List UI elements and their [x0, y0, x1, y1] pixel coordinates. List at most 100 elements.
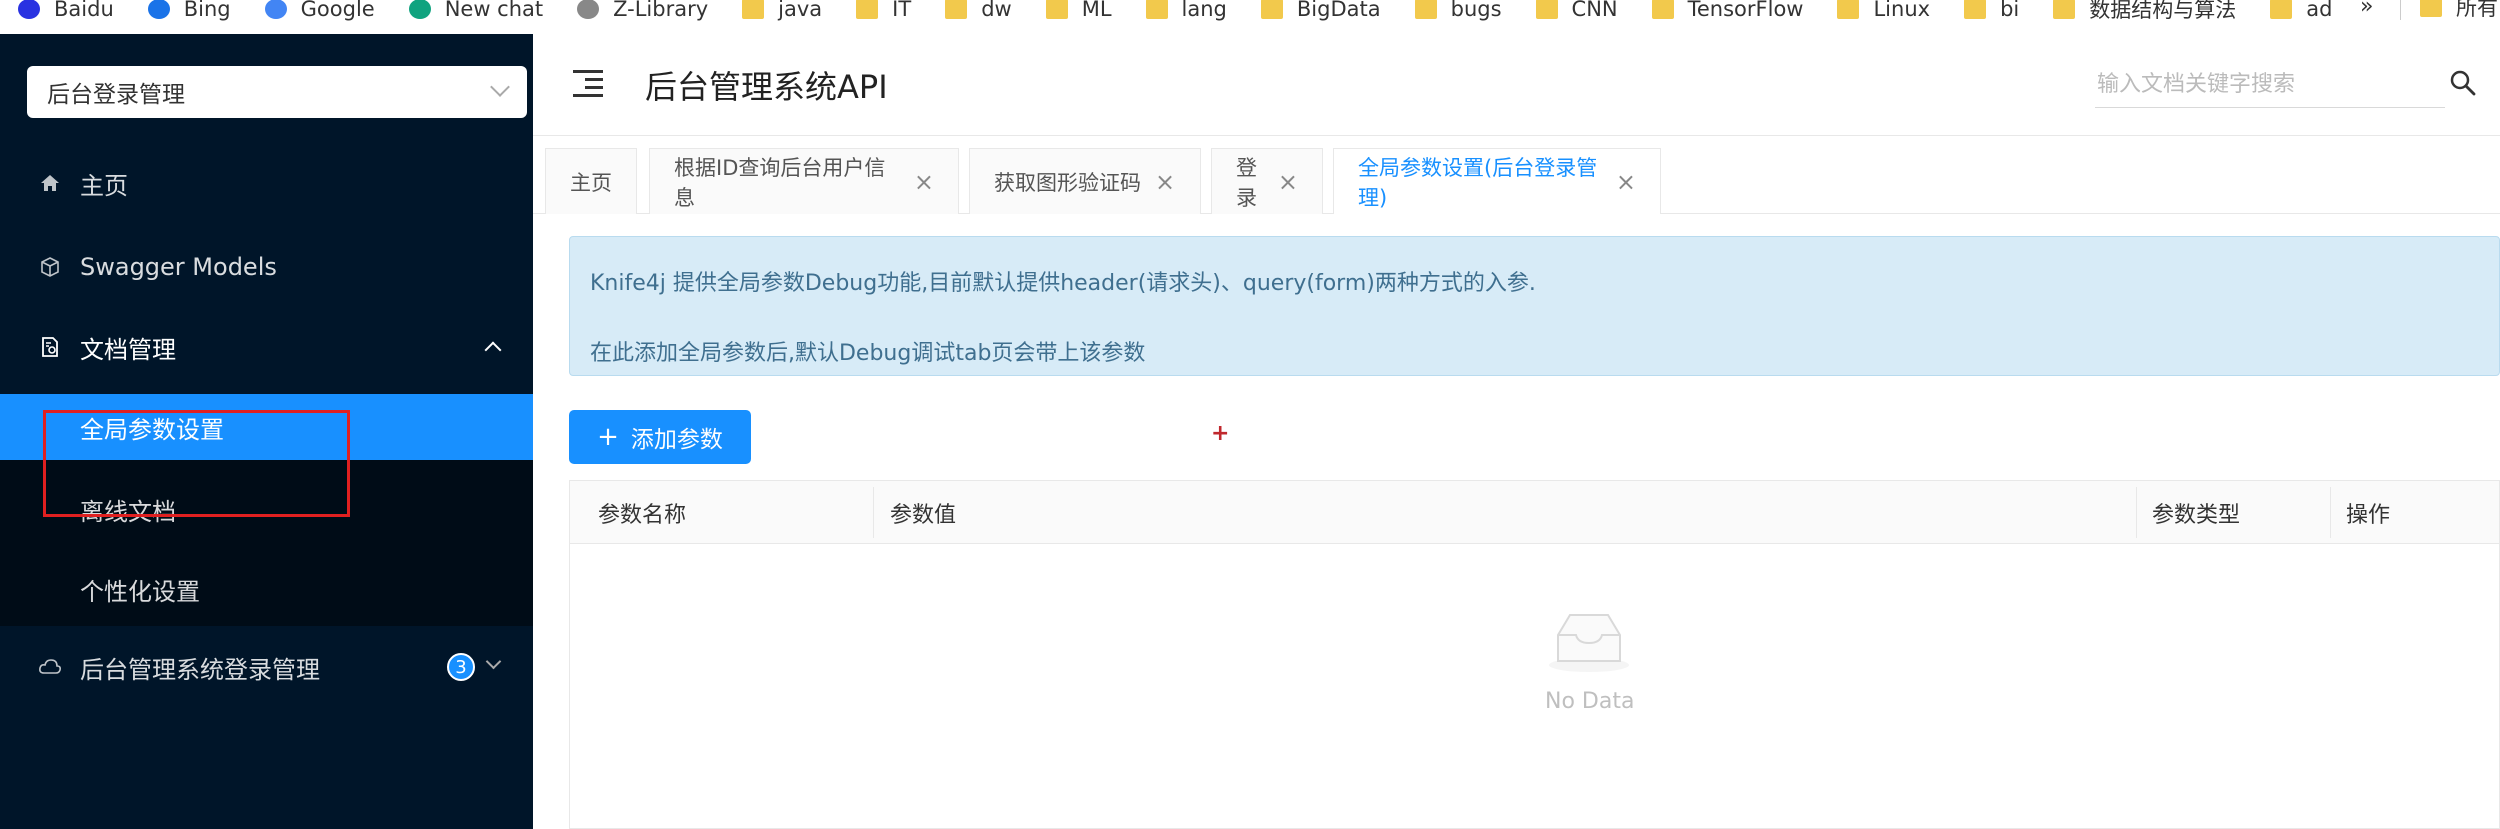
tab-captcha[interactable]: 获取图形验证码 × — [969, 148, 1201, 214]
main-content: Knife4j 提供全局参数Debug功能,目前默认提供header(请求头)、… — [533, 214, 2500, 829]
bookmark-label: ML — [1081, 0, 1112, 21]
chatgpt-icon — [408, 0, 431, 19]
bing-search-icon — [147, 0, 170, 19]
column-divider — [873, 487, 874, 538]
bookmark-item[interactable]: java — [742, 0, 822, 26]
close-icon[interactable]: × — [1278, 168, 1298, 196]
chevron-down-icon — [490, 77, 510, 97]
bookmark-item[interactable]: Z-Library — [577, 0, 708, 26]
bookmark-item[interactable]: CNN — [1535, 0, 1618, 26]
params-table: 参数名称 参数值 参数类型 操作 No Data — [569, 480, 2500, 829]
cloud-icon — [38, 655, 62, 679]
google-icon — [264, 0, 287, 19]
folder-icon — [1535, 0, 1558, 19]
bookmarks-overflow-button[interactable]: » — [2360, 0, 2373, 19]
all-bookmarks-button[interactable]: 所有 — [2420, 0, 2498, 22]
bookmark-item[interactable]: 数据结构与算法 — [2053, 0, 2236, 26]
tab-label: 获取图形验证码 — [994, 170, 1141, 195]
column-header-name: 参数名称 — [598, 502, 687, 528]
tab-label: 登录 — [1236, 155, 1257, 210]
bookmark-item[interactable]: lang — [1145, 0, 1227, 26]
sidebar-item-label: 个性化设置 — [80, 577, 200, 606]
folder-icon — [1651, 0, 1674, 19]
plus-icon: + — [597, 422, 619, 452]
folder-icon — [856, 0, 879, 19]
search-icon[interactable] — [2448, 68, 2478, 98]
close-icon[interactable]: × — [1616, 168, 1636, 196]
folder-icon — [1260, 0, 1283, 19]
tab-home[interactable]: 主页 — [545, 148, 637, 214]
header: 后台管理系统API — [533, 34, 2500, 136]
project-select[interactable]: 后台登录管理 — [27, 66, 527, 118]
bookmark-label: BigData — [1296, 0, 1381, 21]
bookmark-label: TensorFlow — [1687, 0, 1804, 21]
bookmark-label: IT — [892, 0, 912, 21]
folder-icon — [742, 0, 765, 19]
sidebar-item-label: 文档管理 — [80, 335, 176, 364]
bookmark-item[interactable]: BigData — [1260, 0, 1381, 26]
add-param-button[interactable]: + 添加参数 — [569, 410, 751, 464]
folder-icon — [1414, 0, 1437, 19]
tab-global-params[interactable]: 全局参数设置(后台登录管理) × — [1333, 148, 1661, 214]
bookmark-item[interactable]: New chat — [408, 0, 544, 26]
bookmark-item[interactable]: ad — [2270, 0, 2332, 26]
sidebar-item-label: Swagger Models — [80, 253, 277, 281]
tab-label: 根据ID查询后台用户信息 — [674, 155, 886, 210]
alert-line-2: 在此添加全局参数后,默认Debug调试tab页会带上该参数 — [590, 341, 1146, 366]
close-icon[interactable]: × — [1155, 168, 1175, 196]
folder-icon — [2420, 0, 2442, 17]
tabs-bar: 主页 根据ID查询后台用户信息 × 获取图形验证码 × 登录 × 全局参数设置(… — [533, 136, 2500, 214]
bookmark-item[interactable]: Baidu — [18, 0, 114, 26]
sidebar: 后台登录管理 主页 Swagger Models 文档管理 全局参数设置 离线文… — [0, 34, 533, 829]
bookmark-label: 数据结构与算法 — [2089, 0, 2237, 22]
bookmark-label: java — [778, 0, 823, 21]
alert-line-1: Knife4j 提供全局参数Debug功能,目前默认提供header(请求头)、… — [590, 271, 1536, 296]
bookmark-item[interactable]: ML — [1045, 0, 1112, 26]
bookmark-item[interactable]: Bing — [147, 0, 231, 26]
cursor-crosshair-icon: + — [1211, 421, 1230, 446]
menu-fold-icon[interactable] — [573, 70, 603, 97]
tab-label: 全局参数设置(后台登录管理) — [1358, 155, 1598, 210]
bookmarks-divider — [2400, 0, 2401, 20]
sidebar-item-swagger-models[interactable]: Swagger Models — [0, 234, 533, 300]
tab-login[interactable]: 登录 × — [1211, 148, 1323, 214]
column-divider — [2136, 487, 2137, 538]
bookmark-item[interactable]: TensorFlow — [1651, 0, 1804, 26]
bookmark-item[interactable]: Linux — [1837, 0, 1930, 26]
sidebar-item-login-management[interactable]: 后台管理系统登录管理 3 — [0, 634, 533, 700]
close-icon[interactable]: × — [914, 168, 934, 196]
tab-query-user-by-id[interactable]: 根据ID查询后台用户信息 × — [649, 148, 959, 214]
sidebar-item-home[interactable]: 主页 — [0, 150, 533, 216]
bookmark-label: CNN — [1571, 0, 1618, 21]
bookmark-label: Google — [300, 0, 375, 21]
sidebar-item-doc-management[interactable]: 文档管理 — [0, 314, 533, 380]
bookmarks-bar: Baidu Bing Google New chat Z-Library java IT dw… — [0, 0, 2500, 34]
info-alert: Knife4j 提供全局参数Debug功能,目前默认提供header(请求头)、… — [569, 236, 2500, 376]
bookmark-item[interactable]: dw — [945, 0, 1012, 26]
table-header: 参数名称 参数值 参数类型 操作 — [570, 481, 2499, 544]
project-select-value: 后台登录管理 — [47, 82, 185, 108]
document-settings-icon — [38, 335, 62, 359]
search-input[interactable] — [2095, 62, 2445, 106]
sidebar-item-label: 后台管理系统登录管理 — [80, 655, 320, 684]
zlibrary-icon — [577, 0, 600, 19]
cube-icon — [38, 255, 62, 279]
folder-icon — [945, 0, 968, 19]
bookmark-label: bi — [2000, 0, 2020, 21]
folder-icon — [1045, 0, 1068, 19]
bookmark-label: New chat — [444, 0, 544, 21]
folder-icon — [2270, 0, 2293, 19]
bookmark-item[interactable]: bi — [1964, 0, 2019, 26]
bookmark-item[interactable]: bugs — [1414, 0, 1502, 26]
folder-icon — [1964, 0, 1987, 19]
empty-text: No Data — [1545, 689, 1635, 714]
bookmark-item[interactable]: IT — [856, 0, 911, 26]
add-param-label: 添加参数 — [630, 427, 723, 453]
column-divider — [2330, 487, 2331, 538]
bookmark-item[interactable]: Google — [264, 0, 375, 26]
home-icon — [38, 171, 62, 195]
tab-label: 主页 — [570, 170, 612, 195]
sidebar-item-personalization[interactable]: 个性化设置 — [0, 556, 533, 622]
folder-icon — [1837, 0, 1860, 19]
column-header-type: 参数类型 — [2152, 502, 2241, 528]
